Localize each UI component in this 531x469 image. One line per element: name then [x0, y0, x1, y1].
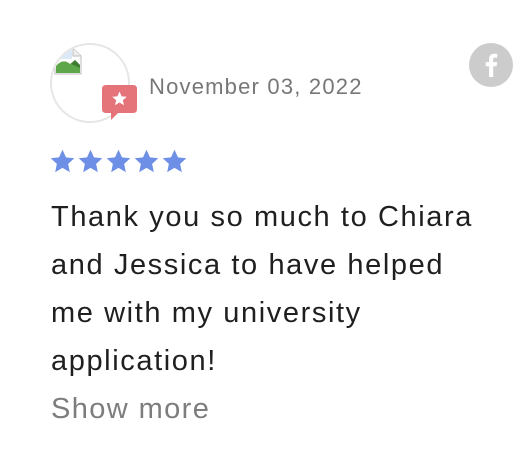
- facebook-icon: [485, 53, 498, 77]
- star-icon: [78, 149, 103, 173]
- show-more-link[interactable]: Show more: [51, 385, 210, 433]
- review-date: November 03, 2022: [149, 74, 363, 99]
- reviewer-avatar-container: [50, 43, 137, 123]
- facebook-share-button[interactable]: [469, 43, 513, 87]
- star-icon: [162, 149, 187, 173]
- broken-image-icon: [54, 47, 82, 75]
- star-rating: [49, 148, 188, 175]
- star-icon: [106, 149, 131, 173]
- review-card: November 03, 2022 Thank you so much to C…: [0, 0, 531, 469]
- star-badge-icon: [102, 85, 137, 120]
- star-icon: [134, 149, 159, 173]
- star-icon: [50, 149, 75, 173]
- review-text: Thank you so much to Chiara and Jessica …: [51, 201, 473, 377]
